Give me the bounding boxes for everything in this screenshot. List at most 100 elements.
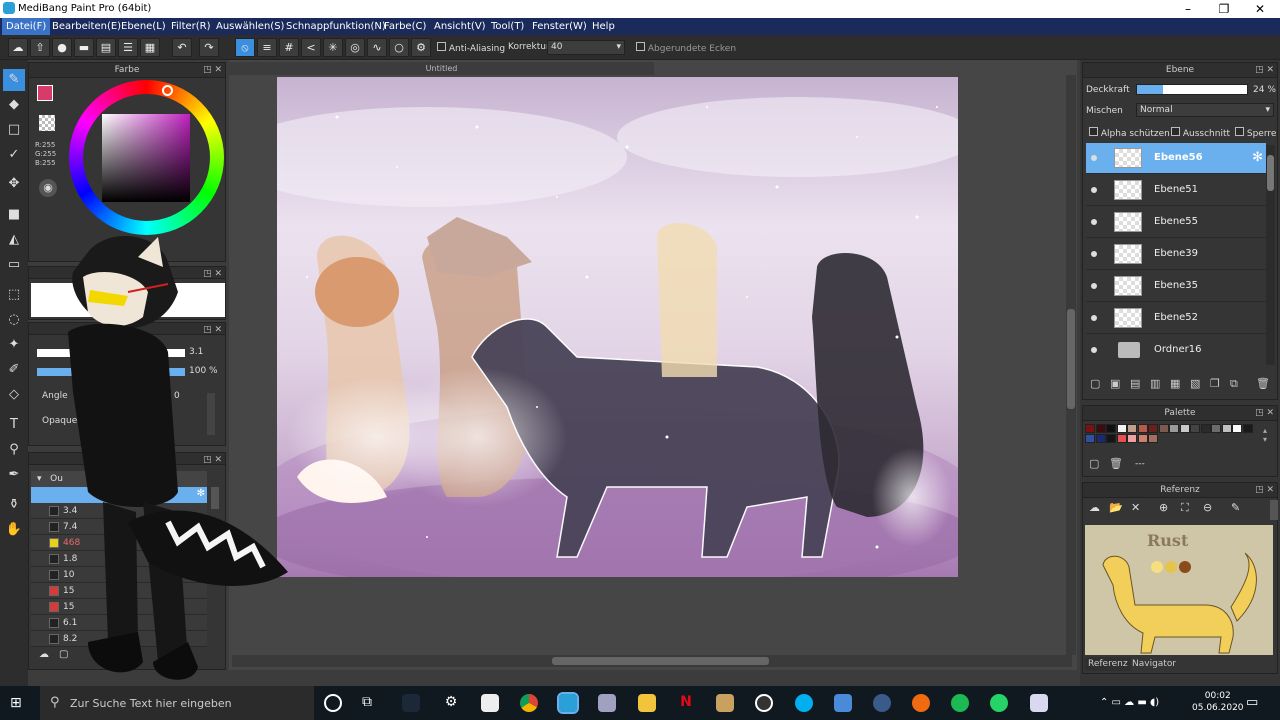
- snap-off-icon[interactable]: ⦸: [235, 38, 255, 57]
- visibility-icon[interactable]: [1091, 219, 1097, 225]
- circle-snap-icon[interactable]: ◎: [345, 38, 365, 57]
- document-tab[interactable]: Untitled: [229, 62, 654, 75]
- palette-swatch[interactable]: [1095, 434, 1106, 443]
- panel-controls-icon[interactable]: ◳ ✕: [1255, 483, 1274, 498]
- palette-swatch[interactable]: [1179, 424, 1190, 433]
- speech-bubble-icon[interactable]: ●: [52, 38, 72, 57]
- layer-opacity-slider[interactable]: [1136, 84, 1248, 95]
- panel-controls-icon[interactable]: ◳ ✕: [1255, 63, 1274, 78]
- vanishing-snap-icon[interactable]: <: [301, 38, 321, 57]
- transparent-swatch[interactable]: [39, 115, 55, 131]
- alpha-protect-checkbox[interactable]: [1089, 127, 1098, 136]
- cortana-icon[interactable]: [324, 694, 342, 712]
- bird-app-icon[interactable]: [598, 694, 616, 712]
- visibility-icon[interactable]: [1091, 187, 1097, 193]
- layer-row[interactable]: Ebene35: [1086, 271, 1266, 302]
- layer-row[interactable]: Ebene51: [1086, 175, 1266, 206]
- text-tool-icon[interactable]: T: [3, 414, 25, 436]
- layer-row[interactable]: Ebene39: [1086, 239, 1266, 270]
- artwork-canvas[interactable]: [277, 77, 958, 577]
- magic-wand-icon[interactable]: ✦: [3, 334, 25, 356]
- taskbar-search-box[interactable]: ⚲ Zur Suche Text hier eingeben: [40, 686, 314, 720]
- palette-swatch[interactable]: [1242, 424, 1253, 433]
- notification-icon[interactable]: ▭: [1246, 695, 1258, 710]
- upload-icon[interactable]: ⇧: [30, 38, 50, 57]
- palette-swatch[interactable]: [1106, 424, 1116, 433]
- close-button[interactable]: ✕: [1242, 0, 1278, 18]
- menu-ebene[interactable]: Ebene(L): [117, 18, 170, 35]
- ring-snap-icon[interactable]: ○: [389, 38, 409, 57]
- layer-row[interactable]: Ebene56 ✻: [1086, 143, 1266, 174]
- steam-icon[interactable]: [402, 694, 420, 712]
- new-8bit-layer-icon[interactable]: ▤: [1130, 377, 1140, 390]
- palette-swatch[interactable]: [1085, 424, 1095, 433]
- undo-icon[interactable]: ↶: [172, 38, 192, 57]
- new-folder-icon[interactable]: ▦: [1170, 377, 1180, 390]
- palette-swatch[interactable]: [1085, 434, 1095, 443]
- penguin-app-icon[interactable]: [481, 694, 499, 712]
- lock-toggle[interactable]: Sperre: [1235, 127, 1276, 139]
- operation-tool-icon[interactable]: ⚲: [3, 439, 25, 461]
- spotify-icon[interactable]: [951, 694, 969, 712]
- palette-swatch[interactable]: [1200, 424, 1211, 433]
- horizontal-scroll-thumb[interactable]: [552, 657, 769, 665]
- cloud-load-icon[interactable]: ☁: [1089, 501, 1100, 514]
- hue-marker[interactable]: [162, 85, 173, 96]
- radial-snap-icon[interactable]: ✳: [323, 38, 343, 57]
- obs-icon[interactable]: [755, 694, 773, 712]
- palette-swatch[interactable]: [1232, 424, 1242, 433]
- menu-tool[interactable]: Tool(T): [487, 18, 528, 35]
- game-app-icon[interactable]: [716, 694, 734, 712]
- palette-swatch[interactable]: [1169, 424, 1179, 433]
- rounded-corners-toggle[interactable]: Abgerundete Ecken: [636, 42, 736, 54]
- reference-scrollbar[interactable]: [1270, 500, 1278, 520]
- gradient-tool-icon[interactable]: ▭: [3, 254, 25, 276]
- menu-farbe[interactable]: Farbe(C): [380, 18, 430, 35]
- menu-filter[interactable]: Filter(R): [167, 18, 215, 35]
- page-icon[interactable]: ▤: [96, 38, 116, 57]
- speech-rect-icon[interactable]: ▬: [74, 38, 94, 57]
- vertical-scroll-thumb[interactable]: [1067, 309, 1075, 409]
- palette-swatch[interactable]: [1158, 424, 1169, 433]
- eraser-tool-icon[interactable]: ◆: [3, 94, 25, 116]
- palette-swatch[interactable]: [1127, 434, 1137, 443]
- menu-schnappfunktion[interactable]: Schnappfunktion(N): [282, 18, 390, 35]
- delete-layer-icon[interactable]: 🗑: [1256, 377, 1270, 390]
- visibility-icon[interactable]: [1091, 315, 1097, 321]
- alpha-protect-toggle[interactable]: Alpha schützen: [1089, 127, 1170, 139]
- medibang-taskbar-icon[interactable]: [557, 692, 579, 714]
- anti-aliasing-toggle[interactable]: Anti-Aliasing: [437, 42, 505, 54]
- new-layer-icon[interactable]: ▢: [1090, 377, 1100, 390]
- whatsapp-icon[interactable]: [990, 694, 1008, 712]
- menu-fenster[interactable]: Fenster(W): [528, 18, 591, 35]
- app-window-icon[interactable]: [834, 694, 852, 712]
- snip-app-icon[interactable]: [1030, 694, 1048, 712]
- visibility-icon[interactable]: [1091, 347, 1097, 353]
- grid-page-icon[interactable]: ▦: [140, 38, 160, 57]
- zoom-out-icon[interactable]: ⊖: [1203, 501, 1212, 514]
- panel-controls-icon[interactable]: ◳ ✕: [1255, 406, 1274, 421]
- rect-tool-icon[interactable]: □: [3, 119, 25, 141]
- eyedropper-icon[interactable]: ⚱: [3, 494, 25, 516]
- cloud-icon[interactable]: ☁: [8, 38, 28, 57]
- korrektur-select[interactable]: 40 ▾: [547, 40, 625, 55]
- select-eraser-icon[interactable]: ◇: [3, 384, 25, 406]
- new-1bit-layer-icon[interactable]: ▥: [1150, 377, 1160, 390]
- lock-checkbox[interactable]: [1235, 127, 1244, 136]
- merge-layer-icon[interactable]: ⧉: [1230, 377, 1238, 391]
- palette-swatch[interactable]: [1211, 424, 1221, 433]
- palette-swatch[interactable]: [1095, 424, 1106, 433]
- layer-list-scrollbar[interactable]: [1266, 145, 1275, 365]
- palette-swatch[interactable]: [1106, 434, 1116, 443]
- clipping-checkbox[interactable]: [1171, 127, 1180, 136]
- anti-aliasing-checkbox[interactable]: [437, 42, 446, 51]
- sun-app-icon[interactable]: [912, 694, 930, 712]
- palette-swatch[interactable]: [1116, 434, 1127, 443]
- saturation-value-square[interactable]: [102, 114, 190, 202]
- parallel-snap-icon[interactable]: ≡: [257, 38, 277, 57]
- fit-icon[interactable]: ⛶: [1181, 501, 1189, 515]
- hand-tool-icon[interactable]: ✋: [3, 519, 25, 541]
- foreground-color-swatch[interactable]: [37, 85, 53, 101]
- panel-controls-icon[interactable]: ◳ ✕: [203, 63, 222, 78]
- palette-swatch[interactable]: [1148, 424, 1158, 433]
